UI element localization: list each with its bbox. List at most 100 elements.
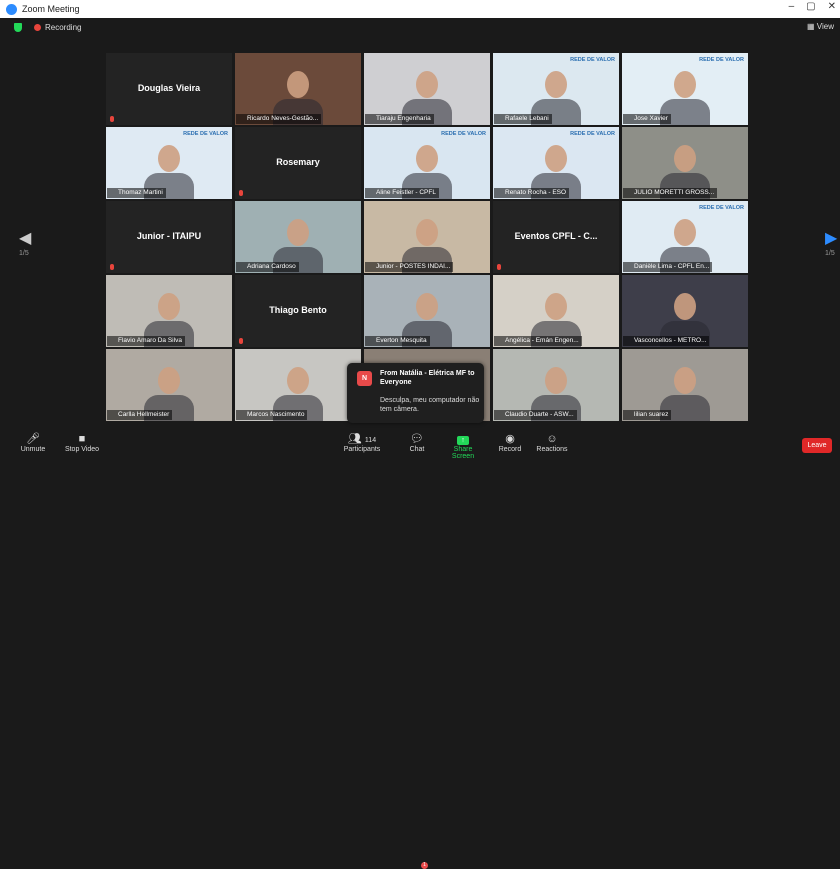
participant-tile[interactable]: REDE DE VALOR Thomaz Martini: [106, 127, 232, 199]
participant-name-label: Junior - POSTES INDAI...: [365, 262, 454, 272]
window-title: Zoom Meeting: [22, 4, 80, 14]
share-screen-label: Share Screen: [451, 446, 475, 460]
participant-tile[interactable]: Marcos Nascimento: [235, 349, 361, 421]
participant-tile[interactable]: REDE DE VALOR Renato Rocha - ESO: [493, 127, 619, 199]
participant-tile[interactable]: Flavio Amaro Da Silva: [106, 275, 232, 347]
participant-tile[interactable]: Junior - ITAIPU: [106, 201, 232, 273]
participant-name-label: Danièle Lima - CPFL En...: [623, 262, 713, 272]
chat-notification[interactable]: N From Natália - Elétrica MF to Everyone…: [347, 363, 484, 423]
person-head: [545, 71, 567, 98]
participant-name-label: JULIO MORETTI GROSS...: [623, 188, 718, 198]
unmute-button[interactable]: 🎤︎ Unmute: [14, 432, 52, 453]
person-head: [287, 71, 309, 98]
share-screen-icon: ↑: [442, 432, 484, 446]
chat-button[interactable]: 💬︎ Chat: [404, 432, 430, 453]
person-head: [416, 293, 438, 320]
record-button[interactable]: ◉ Record: [496, 432, 524, 453]
participants-icon: 👥︎ 114: [347, 433, 377, 445]
person-head: [545, 367, 567, 394]
participant-name-label: Carlla Hellmeister: [107, 410, 173, 420]
participants-count: 114: [364, 437, 377, 444]
participant-tile[interactable]: Ricardo Neves-Gestão...: [235, 53, 361, 125]
person-head: [674, 71, 696, 98]
participant-tile[interactable]: REDE DE VALOR Aline Feistler - CPFL: [364, 127, 490, 199]
maximize-button[interactable]: ▢: [806, 1, 815, 12]
person-head: [287, 367, 309, 394]
zoom-logo-icon: [6, 3, 17, 15]
previous-page-arrow-icon[interactable]: ◀: [19, 228, 31, 248]
muted-mic-icon: [110, 116, 114, 122]
participant-tile[interactable]: Carlla Hellmeister: [106, 349, 232, 421]
muted-mic-icon: [239, 338, 243, 344]
leave-button[interactable]: Leave: [802, 438, 832, 453]
chat-label: Chat: [409, 446, 425, 453]
person-head: [674, 367, 696, 394]
participant-tile[interactable]: Adriana Cardoso: [235, 201, 361, 273]
participant-tile[interactable]: REDE DE VALOR Jose Xavier: [622, 53, 748, 125]
participant-name-label: Adriana Cardoso: [236, 262, 299, 272]
chat-sender: From Natália - Elétrica MF to Everyone: [380, 370, 475, 386]
participant-tile[interactable]: Vasconcellos - METRO...: [622, 275, 748, 347]
participant-name-label: Everton Mesquita: [365, 336, 430, 346]
person-head: [674, 293, 696, 320]
share-screen-button[interactable]: ↑ Share Screen: [442, 432, 484, 460]
stop-video-label: Stop Video: [64, 446, 100, 453]
participant-name: Douglas Vieira: [137, 83, 201, 93]
reactions-button[interactable]: ☺ Reactions: [534, 432, 570, 453]
view-label: View: [816, 22, 834, 31]
participant-name-label: Aline Feistler - CPFL: [365, 188, 439, 198]
participant-name-label: Thomaz Martini: [107, 188, 166, 198]
participant-tile[interactable]: JULIO MORETTI GROSS...: [622, 127, 748, 199]
participant-tile[interactable]: lilian suarez: [622, 349, 748, 421]
close-button[interactable]: ✕: [828, 1, 836, 12]
microphone-muted-icon: 🎤︎: [26, 433, 40, 445]
rede-de-valor-banner: REDE DE VALOR: [441, 131, 486, 137]
muted-mic-icon: [110, 264, 114, 270]
participant-name-label: Marcos Nascimento: [236, 410, 308, 420]
person-head: [545, 145, 567, 172]
stop-video-button[interactable]: ■ Stop Video: [62, 432, 102, 453]
participant-tile[interactable]: Angélica - Emán Engen...: [493, 275, 619, 347]
reactions-label: Reactions: [536, 446, 568, 453]
chat-message: Desculpa, meu computador não tem câmera.: [380, 397, 480, 413]
page-indicator-right: 1/5: [825, 250, 835, 257]
participant-tile[interactable]: Everton Mesquita: [364, 275, 490, 347]
security-shield-icon[interactable]: [14, 22, 22, 32]
participant-tile[interactable]: Rosemary: [235, 127, 361, 199]
participants-label: Participants: [343, 446, 381, 453]
record-icon: ◉: [505, 433, 515, 445]
participant-name-label: Jose Xavier: [623, 114, 671, 124]
person-head: [674, 145, 696, 172]
participant-name-label: Claudio Duarte - ASW...: [494, 410, 577, 420]
chat-bubble-icon: 💬︎: [410, 433, 424, 445]
minimize-button[interactable]: –: [789, 1, 795, 12]
participant-tile[interactable]: Junior - POSTES INDAI...: [364, 201, 490, 273]
participant-tile[interactable]: Claudio Duarte - ASW...: [493, 349, 619, 421]
participant-tile[interactable]: REDE DE VALOR Rafaele Lebani: [493, 53, 619, 125]
muted-mic-icon: [239, 190, 243, 196]
participant-tile[interactable]: Eventos CPFL - C...: [493, 201, 619, 273]
participants-button[interactable]: 👥︎ 114 Participants: [340, 432, 384, 453]
view-button[interactable]: ▦ View: [807, 22, 834, 31]
person-head: [158, 293, 180, 320]
rede-de-valor-banner: REDE DE VALOR: [699, 205, 744, 211]
person-head: [158, 145, 180, 172]
participant-name-label: lilian suarez: [623, 410, 672, 420]
rede-de-valor-banner: REDE DE VALOR: [570, 131, 615, 137]
participant-name-label: Angélica - Emán Engen...: [494, 336, 582, 346]
chat-unread-badge: 1: [421, 862, 428, 869]
participant-name: Rosemary: [276, 157, 320, 167]
participant-tile[interactable]: Thiago Bento: [235, 275, 361, 347]
participant-name-label: Renato Rocha - ESO: [494, 188, 570, 198]
page-indicator-left: 1/5: [19, 250, 29, 257]
person-head: [158, 367, 180, 394]
next-page-arrow-icon[interactable]: ▶: [825, 228, 837, 248]
participant-tile[interactable]: Tiaraju Engenharia: [364, 53, 490, 125]
participant-name-label: Ricardo Neves-Gestão...: [236, 114, 322, 124]
participant-name-label: Tiaraju Engenharia: [365, 114, 434, 124]
participant-name-label: Rafaele Lebani: [494, 114, 552, 124]
participant-tile[interactable]: Douglas Vieira: [106, 53, 232, 125]
rede-de-valor-banner: REDE DE VALOR: [699, 57, 744, 63]
sender-avatar: N: [357, 371, 372, 386]
participant-tile[interactable]: REDE DE VALOR Danièle Lima - CPFL En...: [622, 201, 748, 273]
